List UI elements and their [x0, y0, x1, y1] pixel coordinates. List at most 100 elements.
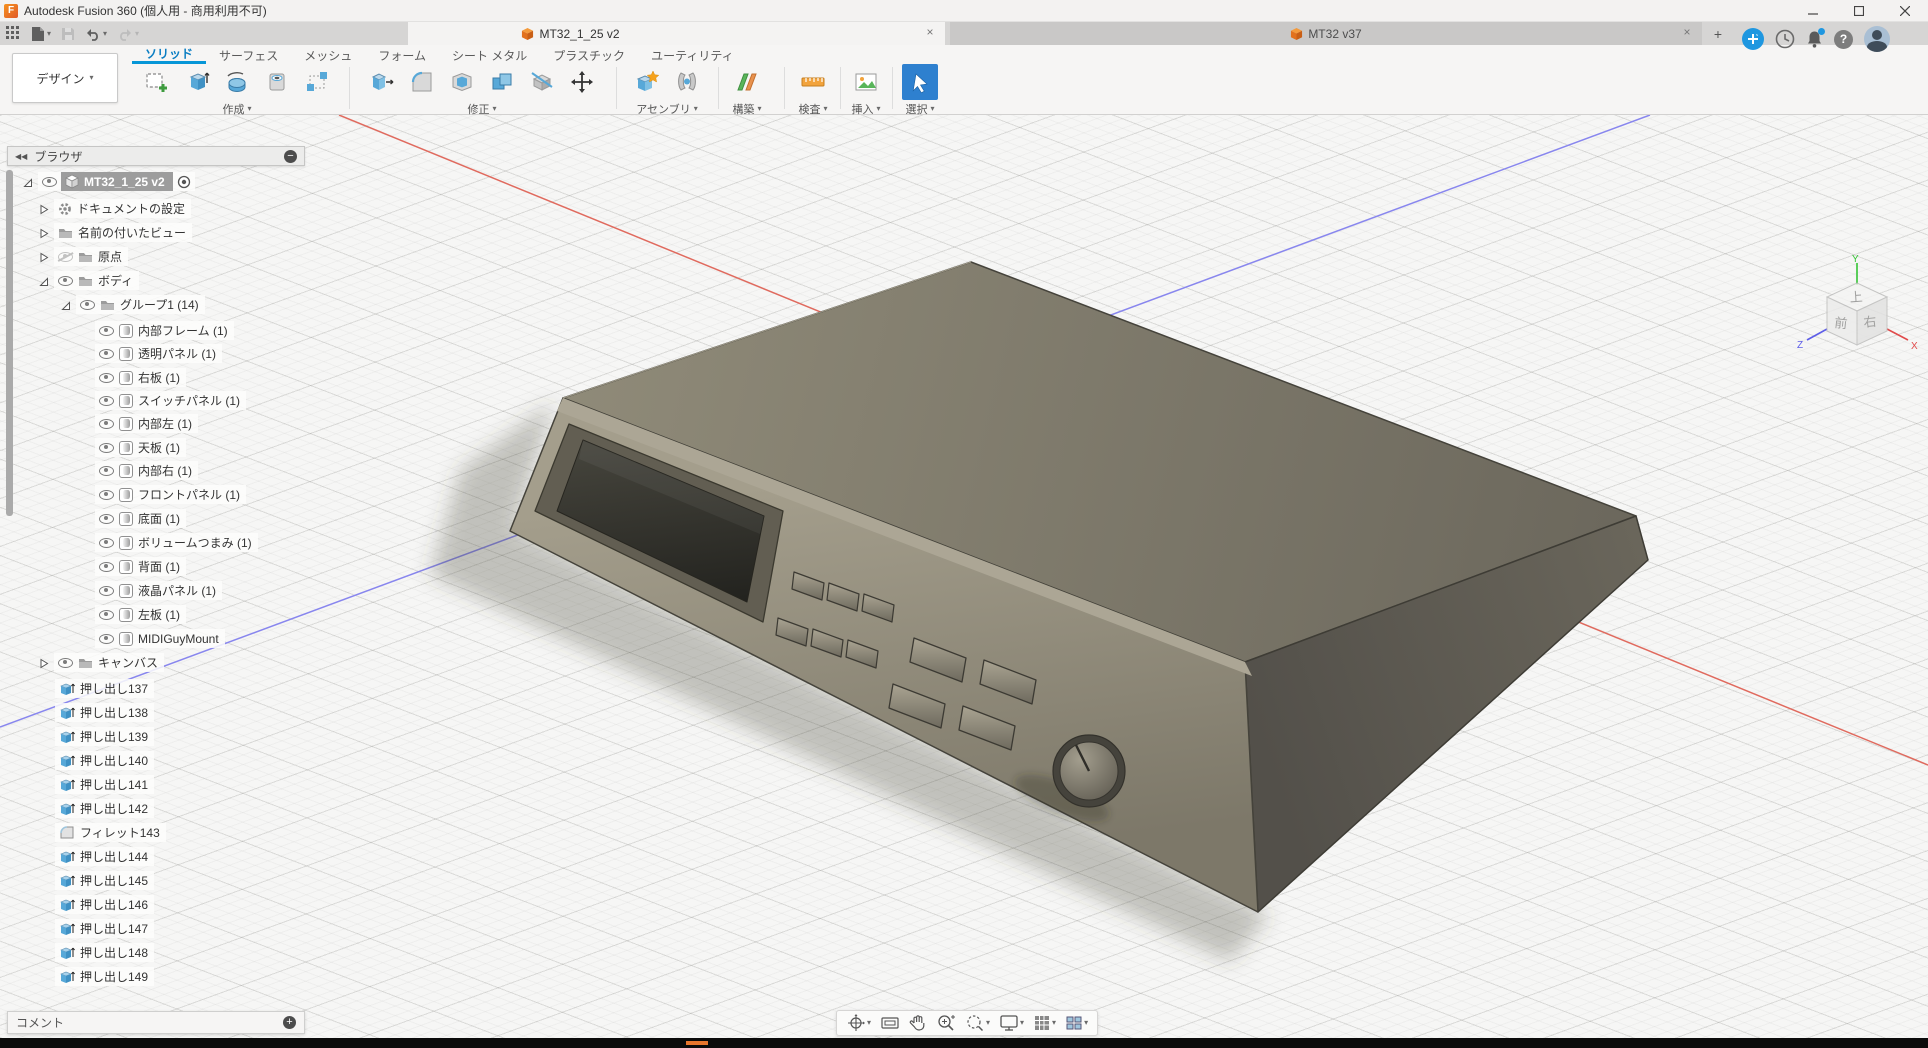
expand-open-icon[interactable] — [21, 176, 33, 188]
tree-item-body[interactable]: MIDIGuyMount — [95, 629, 225, 648]
orbit-button[interactable]: ▾ — [843, 1013, 874, 1033]
select-tool-button[interactable] — [902, 64, 938, 100]
visibility-eye-icon[interactable] — [42, 177, 57, 187]
new-tab-button[interactable]: + — [1708, 24, 1728, 43]
move-button[interactable] — [563, 64, 601, 100]
feature-item-extrude[interactable]: 押し出し140 — [55, 751, 154, 770]
pattern-button[interactable] — [298, 64, 336, 100]
workspace-selector[interactable]: デザイン ▾ — [12, 53, 118, 103]
visibility-eye-icon[interactable] — [99, 443, 114, 453]
tree-item-body[interactable]: 内部フレーム (1) — [95, 321, 234, 340]
feature-item-extrude[interactable]: 押し出し147 — [55, 919, 154, 938]
visibility-eye-icon[interactable] — [99, 538, 114, 548]
tab-surface[interactable]: サーフェス — [206, 46, 291, 64]
feature-item-extrude[interactable]: 押し出し149 — [55, 967, 154, 986]
undo-button[interactable]: ▾ — [85, 27, 107, 41]
visibility-eye-icon[interactable] — [99, 419, 114, 429]
job-status-clock-icon[interactable] — [1775, 29, 1795, 49]
tree-item-bodies[interactable]: ボディ — [37, 271, 139, 290]
redo-button[interactable]: ▾ — [117, 27, 139, 41]
feature-item-extrude[interactable]: 押し出し145 — [55, 871, 154, 890]
tree-item-root[interactable]: MT32_1_25 v2 — [21, 172, 195, 191]
tree-item-body[interactable]: 底面 (1) — [95, 509, 186, 528]
construct-plane-button[interactable] — [728, 64, 766, 100]
extensions-sparkle-icon[interactable] — [1742, 28, 1764, 50]
display-settings-button[interactable]: ▾ — [996, 1014, 1027, 1032]
joint-button[interactable] — [668, 64, 706, 100]
visibility-eye-icon[interactable] — [58, 658, 73, 668]
feature-item-extrude[interactable]: 押し出し144 — [55, 847, 154, 866]
close-button[interactable] — [1882, 0, 1928, 22]
feature-item-extrude[interactable]: 押し出し148 — [55, 943, 154, 962]
expand-open-icon[interactable] — [59, 299, 71, 311]
pan-button[interactable] — [906, 1014, 930, 1032]
notifications-bell-icon[interactable] — [1806, 30, 1823, 48]
tab-sheetmetal[interactable]: シート メタル — [439, 46, 540, 64]
tree-item-named-views[interactable]: 名前の付いたビュー — [37, 223, 192, 242]
tree-item-body[interactable]: 透明パネル (1) — [95, 344, 222, 363]
tab-close-icon[interactable]: × — [1680, 25, 1694, 39]
visibility-eye-off-icon[interactable] — [58, 252, 73, 262]
feature-item-extrude[interactable]: 押し出し141 — [55, 775, 154, 794]
split-body-button[interactable] — [523, 64, 561, 100]
zoom-button[interactable] — [933, 1013, 959, 1033]
grid-snap-button[interactable]: ▾ — [1030, 1014, 1059, 1032]
look-at-button[interactable] — [877, 1015, 903, 1031]
tree-item-body[interactable]: スイッチパネル (1) — [95, 391, 246, 410]
feature-item-extrude[interactable]: 押し出し137 — [55, 679, 154, 698]
tree-item-origin[interactable]: 原点 — [37, 247, 128, 266]
tab-solid[interactable]: ソリッド — [132, 46, 206, 64]
browser-minimize-icon[interactable]: − — [284, 150, 297, 163]
expand-closed-icon[interactable] — [37, 251, 49, 263]
comment-bar[interactable]: コメント + — [7, 1011, 305, 1034]
document-tab-inactive[interactable]: MT32 v37 × — [950, 22, 1702, 45]
file-menu-button[interactable]: ▾ — [31, 26, 51, 42]
visibility-eye-icon[interactable] — [99, 349, 114, 359]
combine-button[interactable] — [483, 64, 521, 100]
tree-item-body[interactable]: ボリュームつまみ (1) — [95, 533, 258, 552]
tree-item-canvases[interactable]: キャンバス — [37, 653, 164, 672]
activate-radio-icon[interactable] — [177, 175, 191, 189]
visibility-eye-icon[interactable] — [99, 326, 114, 336]
collapse-panel-icon[interactable]: ◀◀ — [15, 152, 27, 161]
feature-item-extrude[interactable]: 押し出し146 — [55, 895, 154, 914]
tree-item-body[interactable]: 背面 (1) — [95, 557, 186, 576]
expand-closed-icon[interactable] — [37, 657, 49, 669]
visibility-eye-icon[interactable] — [58, 276, 73, 286]
shell-button[interactable] — [443, 64, 481, 100]
visibility-eye-icon[interactable] — [99, 562, 114, 572]
feature-item-fillet[interactable]: フィレット143 — [55, 823, 166, 842]
view-cube[interactable]: Y Z X 上 前 右 — [1795, 253, 1925, 371]
hole-button[interactable] — [258, 64, 296, 100]
user-avatar[interactable] — [1864, 26, 1890, 52]
extrude-button[interactable] — [178, 64, 216, 100]
feature-item-extrude[interactable]: 押し出し138 — [55, 703, 154, 722]
tab-utilities[interactable]: ユーティリティ — [638, 46, 747, 64]
feature-item-extrude[interactable]: 押し出し142 — [55, 799, 154, 818]
press-pull-button[interactable] — [363, 64, 401, 100]
feature-item-extrude[interactable]: 押し出し139 — [55, 727, 154, 746]
visibility-eye-icon[interactable] — [80, 300, 95, 310]
create-sketch-button[interactable] — [138, 64, 176, 100]
expand-open-icon[interactable] — [37, 275, 49, 287]
tree-item-body[interactable]: フロントパネル (1) — [95, 485, 246, 504]
fillet-button[interactable] — [403, 64, 441, 100]
visibility-eye-icon[interactable] — [99, 373, 114, 383]
tree-item-body[interactable]: 内部左 (1) — [95, 414, 198, 433]
new-component-button[interactable] — [628, 64, 666, 100]
tree-item-body[interactable]: 左板 (1) — [95, 605, 186, 624]
expand-closed-icon[interactable] — [37, 203, 49, 215]
tab-form[interactable]: フォーム — [365, 46, 439, 64]
minimize-button[interactable] — [1790, 0, 1836, 22]
fit-button[interactable]: ▾ — [962, 1013, 993, 1033]
visibility-eye-icon[interactable] — [99, 466, 114, 476]
viewports-button[interactable]: ▾ — [1062, 1015, 1091, 1031]
app-grid-button[interactable] — [6, 26, 21, 41]
tree-item-document-settings[interactable]: ドキュメントの設定 — [37, 199, 191, 218]
tree-item-body[interactable]: 内部右 (1) — [95, 461, 198, 480]
save-button[interactable] — [61, 27, 75, 41]
visibility-eye-icon[interactable] — [99, 514, 114, 524]
document-tab-active[interactable]: MT32_1_25 v2 × — [408, 22, 945, 45]
tree-item-body[interactable]: 液晶パネル (1) — [95, 581, 222, 600]
tab-mesh[interactable]: メッシュ — [291, 46, 365, 64]
